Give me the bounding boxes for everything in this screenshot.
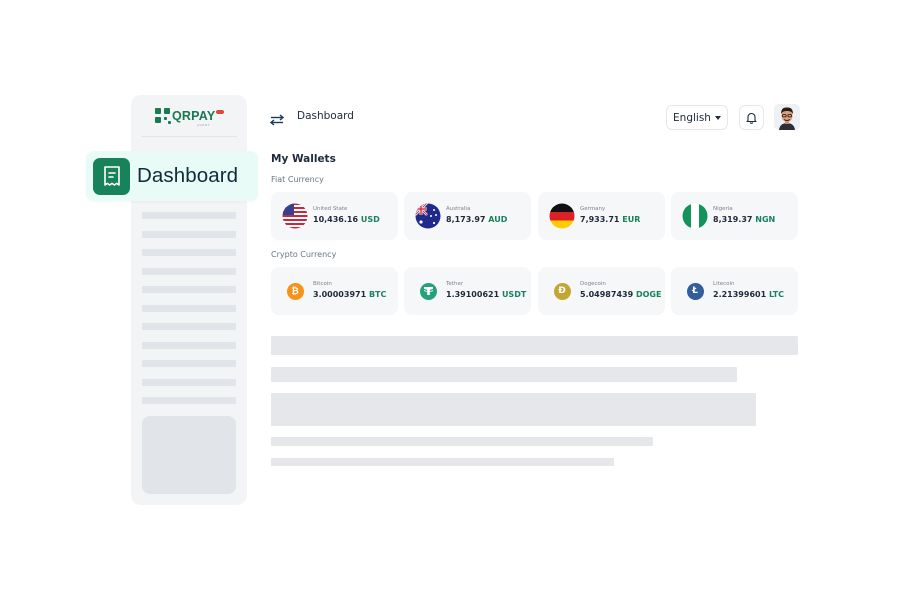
sidebar-item-placeholder[interactable] [142, 249, 236, 256]
logo[interactable]: QRPAY [155, 108, 225, 124]
chevron-down-icon [714, 115, 721, 120]
sidebar-promo-card [142, 416, 236, 494]
wallet-card-btc[interactable]: ₿ Bitcoin 3.00003971 BTC [271, 267, 398, 315]
dogecoin-icon: Đ [553, 282, 571, 300]
content-placeholder [271, 367, 737, 382]
wallet-name: Bitcoin [313, 281, 332, 287]
content-placeholder [271, 437, 653, 446]
logo-badge [216, 110, 225, 114]
wallet-name: Dogecoin [580, 281, 606, 287]
fiat-currency-label: Fiat Currency [271, 175, 324, 184]
language-select[interactable]: English [666, 105, 728, 130]
sidebar-item-placeholder[interactable] [142, 212, 236, 219]
sidebar-item-placeholder[interactable] [142, 231, 236, 238]
page-title: Dashboard [297, 110, 354, 122]
sidebar-item-placeholder[interactable] [142, 397, 236, 404]
wallet-amount: 2.21399601 LTC [713, 290, 785, 299]
bell-icon [746, 112, 757, 124]
wallet-amount: 8,319.37 NGN [713, 215, 776, 224]
logo-text: QRPAY [172, 109, 216, 123]
wallet-card-ltc[interactable]: Ł Litecoin 2.21399601 LTC [671, 267, 798, 315]
ng-flag-icon [682, 203, 708, 229]
sidebar-item-placeholder[interactable] [142, 360, 236, 367]
wallet-name: Germany [580, 206, 606, 212]
sidebar-item-placeholder[interactable] [142, 323, 236, 330]
wallet-amount: 10,436.16 USD [313, 215, 380, 224]
wallet-card-ngn[interactable]: Nigeria 8,319.37 NGN [671, 192, 798, 240]
wallet-card-aud[interactable]: Australia 8,173.97 AUD [404, 192, 531, 240]
sidebar-item-placeholder[interactable] [142, 342, 236, 349]
wallet-amount: 7,933.71 EUR [580, 215, 641, 224]
wallet-name: United State [313, 206, 348, 212]
language-label: English [673, 111, 711, 124]
qr-logo-icon [155, 108, 171, 124]
tether-icon [419, 282, 437, 300]
wallet-amount: 5.04987439 DOGE [580, 290, 662, 299]
wallet-name: Tether [446, 281, 464, 287]
sidebar-item-placeholder[interactable] [142, 286, 236, 293]
wallet-card-usdt[interactable]: Tether 1.39100621 USDT [404, 267, 531, 315]
sidebar-item-placeholder[interactable] [142, 379, 236, 386]
wallet-amount: 1.39100621 USDT [446, 290, 527, 299]
receipt-icon [93, 157, 130, 195]
wallet-amount: 8,173.97 AUD [446, 215, 508, 224]
wallets-title: My Wallets [271, 153, 336, 165]
page: QRPAY AGENT Dashboard Dashboard English … [0, 0, 900, 600]
bitcoin-icon: ₿ [286, 282, 304, 300]
wallet-name: Litecoin [713, 281, 735, 287]
sidebar-divider [141, 136, 237, 137]
wallet-amount: 3.00003971 BTC [313, 290, 387, 299]
au-flag-icon [415, 203, 441, 229]
wallet-name: Australia [446, 206, 471, 212]
litecoin-icon: Ł [686, 282, 704, 300]
wallet-name: Nigeria [713, 206, 733, 212]
wallet-card-usd[interactable]: United State 10,436.16 USD [271, 192, 398, 240]
sidebar-item-dashboard[interactable]: Dashboard [86, 151, 258, 201]
content-placeholder [271, 393, 756, 426]
wallet-card-doge[interactable]: Đ Dogecoin 5.04987439 DOGE [538, 267, 665, 315]
us-flag-icon [282, 203, 308, 229]
notification-button[interactable] [739, 105, 764, 130]
content-placeholder [271, 458, 614, 466]
avatar[interactable] [774, 104, 800, 130]
content-placeholder [271, 336, 798, 355]
crypto-currency-label: Crypto Currency [271, 250, 337, 259]
sidebar-item-placeholder[interactable] [142, 268, 236, 275]
sidebar-item-label: Dashboard [137, 164, 239, 187]
logo-subtext: AGENT [197, 123, 210, 127]
de-flag-icon [549, 203, 575, 229]
wallet-card-eur[interactable]: Germany 7,933.71 EUR [538, 192, 665, 240]
sidebar-item-placeholder[interactable] [142, 305, 236, 312]
swap-arrows-icon[interactable] [269, 111, 285, 126]
